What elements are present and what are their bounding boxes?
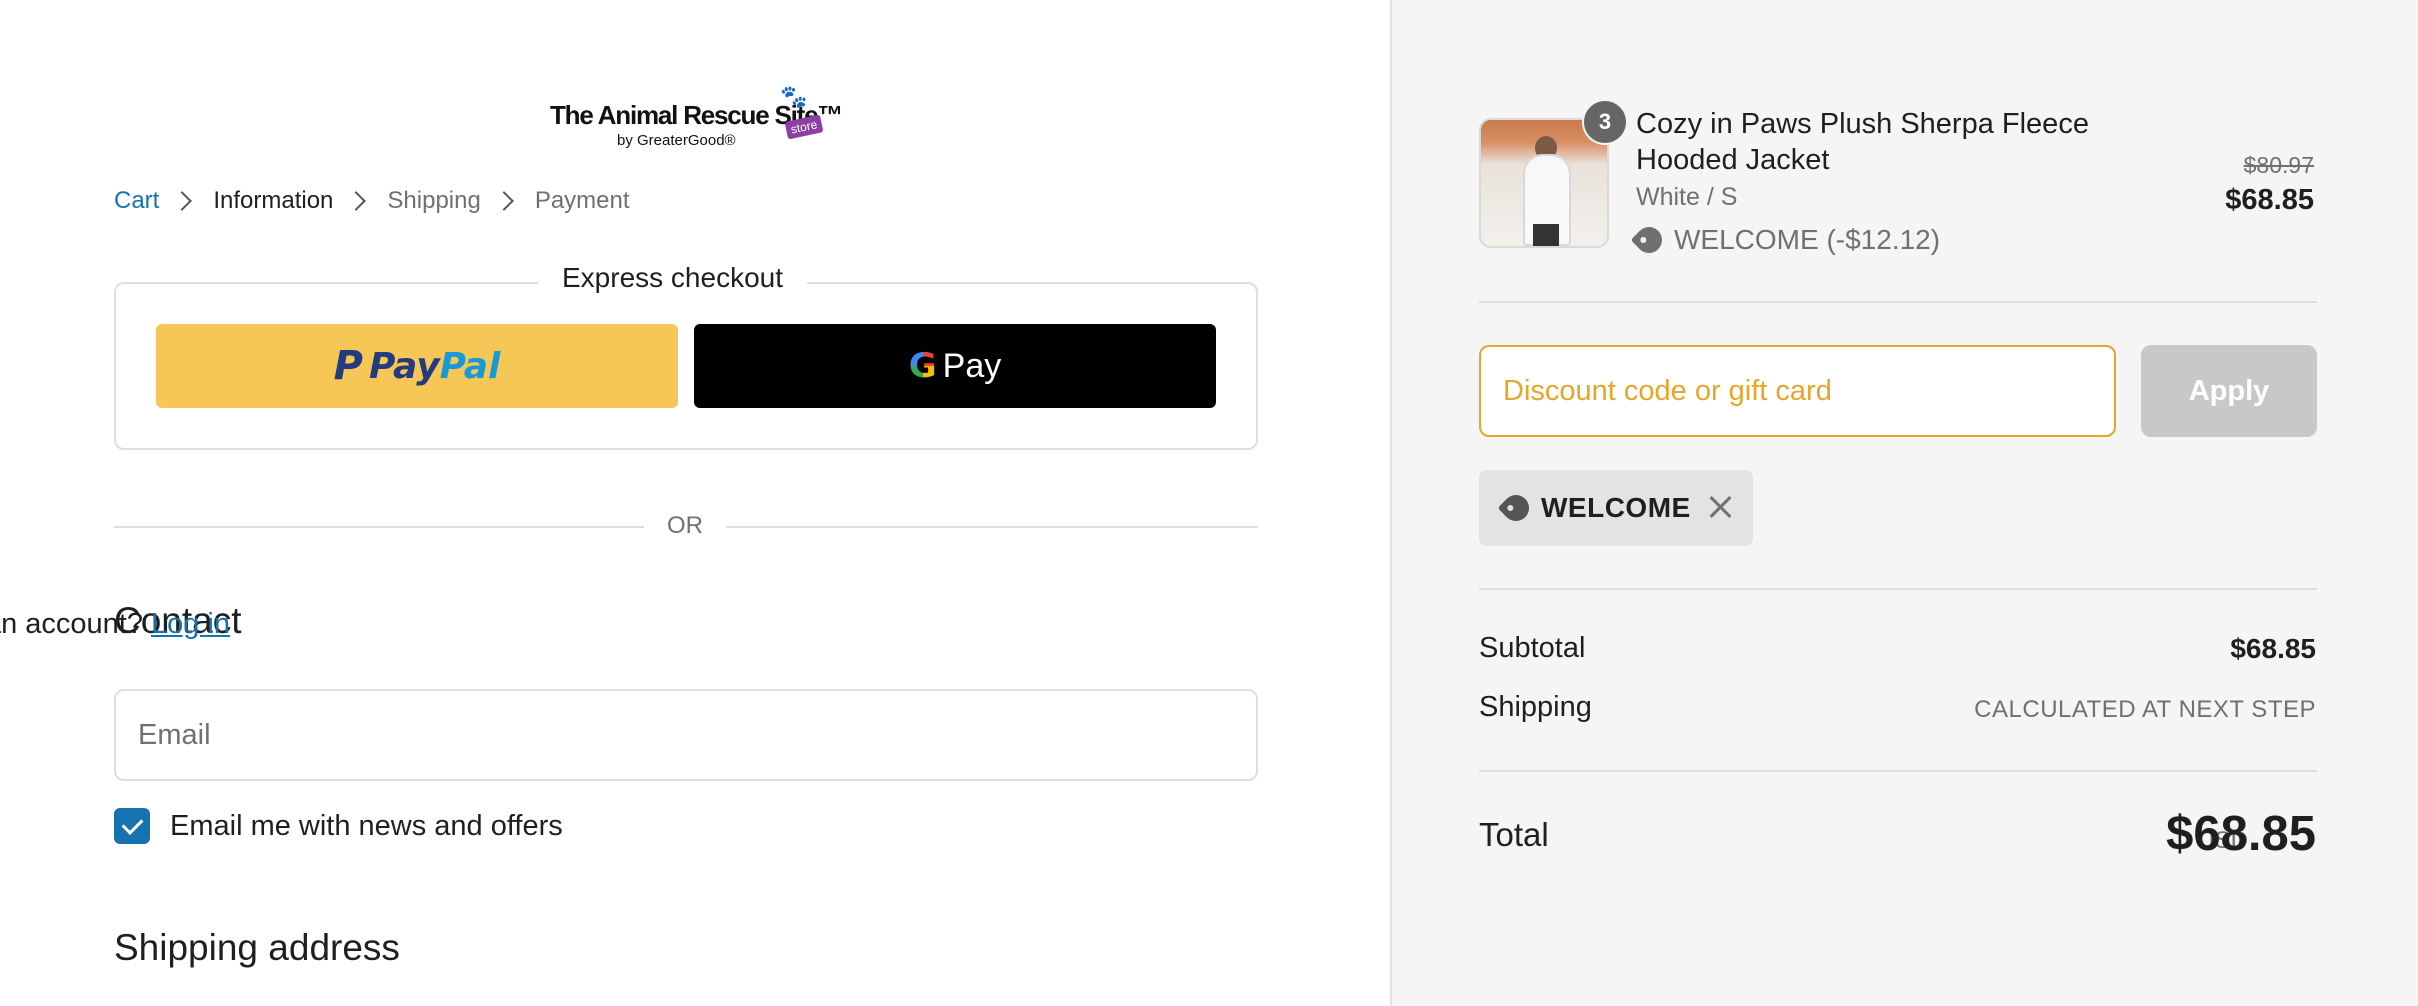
tag-icon — [1630, 221, 1668, 259]
breadcrumb-information: Information — [213, 187, 334, 214]
product-original-price: $80.97 — [2243, 152, 2314, 178]
shipping-value: CALCULATED AT NEXT STEP — [1974, 696, 2316, 723]
applied-discount-chip: WELCOME — [1479, 470, 1753, 546]
shipping-label: Shipping — [1479, 691, 1592, 723]
subtotal-value: $68.85 — [2230, 633, 2316, 664]
total-value: $68.85 — [2166, 807, 2316, 861]
paypal-button[interactable]: P PayPal — [156, 324, 678, 408]
breadcrumb-cart[interactable]: Cart — [114, 187, 159, 215]
google-g-icon: G — [908, 346, 937, 386]
newsletter-checkbox[interactable] — [114, 808, 150, 844]
email-field[interactable] — [114, 689, 1258, 781]
paw-icon: 🐾 — [780, 84, 808, 109]
paypal-label: PayPal — [368, 345, 501, 387]
quantity-badge: 3 — [1582, 99, 1628, 145]
discount-code-input[interactable] — [1479, 345, 2116, 437]
paypal-logo-icon: P — [333, 343, 363, 389]
account-prompt-text: Have an account? — [0, 608, 143, 640]
shipping-address-heading: Shipping address — [114, 927, 400, 968]
summary-divider — [1479, 301, 2317, 303]
apply-discount-button[interactable]: Apply — [2141, 345, 2317, 437]
order-summary: 3 Cozy in Paws Plush Sherpa Fleece Hoode… — [1390, 0, 2418, 1006]
tag-icon — [1497, 489, 1535, 527]
express-checkout-title: Express checkout — [538, 262, 807, 294]
or-divider-left — [114, 526, 644, 528]
product-price: $68.85 — [2225, 184, 2314, 216]
checkout-main: The Animal Rescue Site™ by GreaterGood® … — [0, 0, 1390, 1006]
or-divider-right — [726, 526, 1258, 528]
chevron-right-icon — [172, 191, 193, 211]
product-discount: WELCOME (-$12.12) — [1630, 221, 1941, 259]
checkmark-icon — [121, 813, 143, 835]
close-icon[interactable] — [1705, 492, 1735, 522]
breadcrumb: Cart Information Shipping Payment — [114, 186, 630, 216]
chevron-right-icon — [346, 191, 367, 211]
product-name: Cozy in Paws Plush Sherpa Fleece Hooded … — [1636, 108, 2089, 176]
summary-divider — [1479, 588, 2317, 590]
logo-byline: by GreaterGood® — [617, 132, 736, 149]
google-pay-button[interactable]: G Pay — [694, 324, 1216, 408]
breadcrumb-shipping: Shipping — [387, 187, 481, 214]
chevron-right-icon — [493, 191, 514, 211]
newsletter-label[interactable]: Email me with news and offers — [170, 808, 563, 844]
account-prompt: Have an account?Log in — [0, 608, 230, 641]
google-pay-label: Pay — [942, 346, 1002, 385]
store-logo[interactable]: The Animal Rescue Site™ by GreaterGood® … — [550, 84, 843, 152]
login-link[interactable]: Log in — [151, 608, 230, 640]
or-divider-text: OR — [667, 512, 703, 539]
total-label: Total — [1479, 816, 1549, 853]
product-discount-text: WELCOME (-$12.12) — [1674, 224, 1941, 255]
summary-divider — [1479, 770, 2317, 772]
product-variant: White / S — [1636, 183, 1738, 211]
breadcrumb-payment: Payment — [534, 187, 630, 214]
applied-discount-code: WELCOME — [1541, 492, 1691, 523]
subtotal-label: Subtotal — [1479, 632, 1586, 664]
